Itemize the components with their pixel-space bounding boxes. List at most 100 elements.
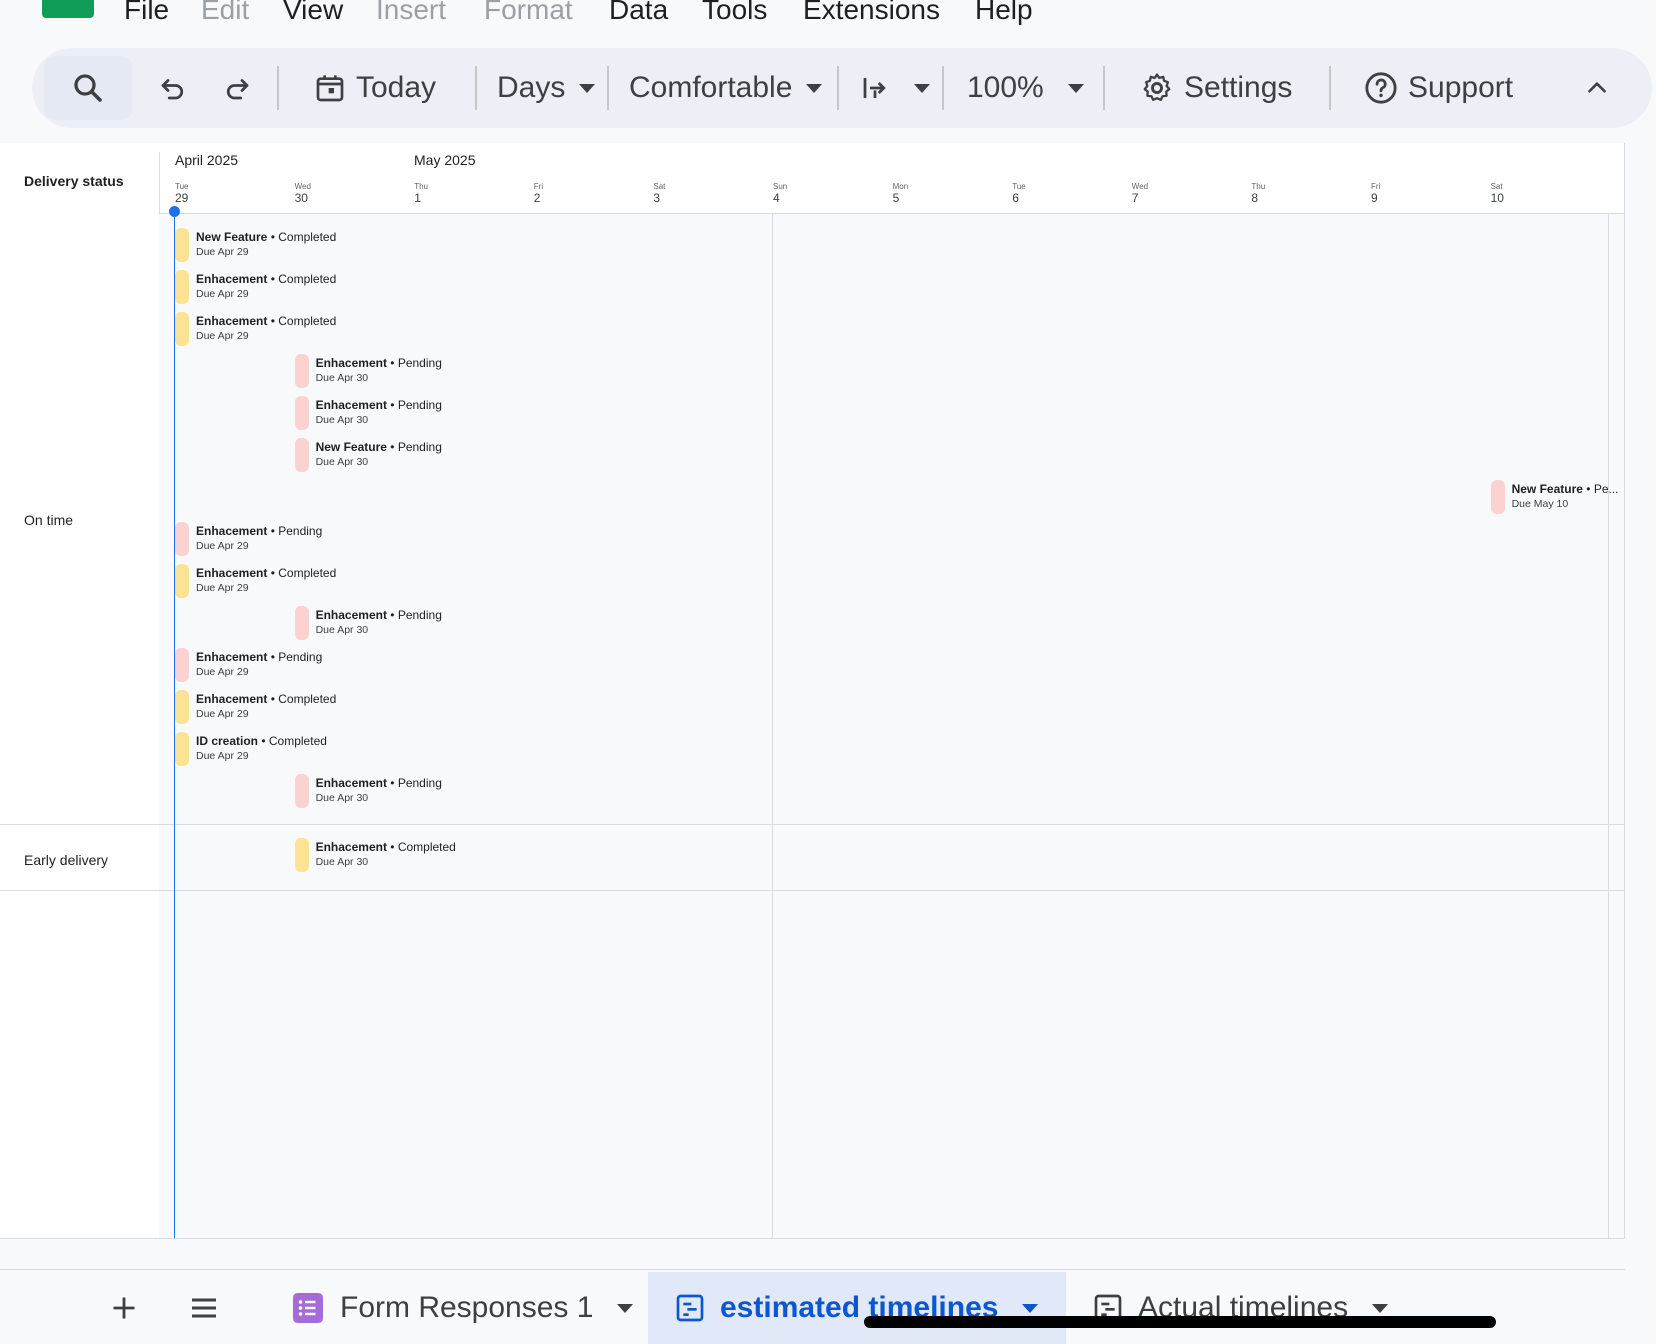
menu-lines-icon xyxy=(192,1298,216,1318)
redo-icon xyxy=(226,79,249,100)
day-of-week-label: Sat xyxy=(653,182,666,191)
jump-to-dropdown[interactable] xyxy=(860,48,930,128)
chevron-up-icon xyxy=(1588,82,1606,93)
menu-format[interactable]: Format xyxy=(484,0,573,28)
card-title: Enhacement • Pending xyxy=(315,608,442,622)
card-title: Enhacement • Completed xyxy=(196,566,337,580)
card-due-date: Due Apr 29 xyxy=(196,246,249,258)
toolbar-divider xyxy=(277,66,279,110)
month-label: May 2025 xyxy=(414,152,476,168)
status-color-bar xyxy=(294,354,309,388)
toolbar-divider xyxy=(475,66,477,110)
day-of-week-label: Wed xyxy=(1131,182,1149,191)
toolbar: Today Days Comfortable 100% Settings Sup… xyxy=(32,48,1652,128)
day-of-week-label: Mon xyxy=(892,182,909,191)
day-number-label: 10 xyxy=(1490,191,1504,205)
days-dropdown[interactable]: Days xyxy=(497,48,596,128)
card-title: Enhacement • Pending xyxy=(315,776,442,790)
day-number-label: 1 xyxy=(414,191,421,205)
sheet-tab-label: Form Responses 1 xyxy=(340,1291,594,1324)
add-sheet-button[interactable] xyxy=(104,1272,144,1344)
day-number-label: 9 xyxy=(1371,191,1378,205)
card-title: Enhacement • Pending xyxy=(196,524,323,538)
zoom-dropdown[interactable]: 100% xyxy=(967,48,1084,128)
day-number-label: 3 xyxy=(653,191,661,205)
day-of-week-label: Fri xyxy=(533,182,544,191)
card-due-date: Due Apr 30 xyxy=(315,856,369,868)
today-line xyxy=(174,212,175,1238)
all-sheets-button[interactable] xyxy=(184,1272,224,1344)
menu-file[interactable]: File xyxy=(124,0,169,28)
form-icon xyxy=(293,1293,323,1323)
menu-tools[interactable]: Tools xyxy=(702,0,767,28)
day-number-label: 4 xyxy=(773,191,780,205)
card-title: Enhacement • Completed xyxy=(196,272,337,286)
density-dropdown[interactable]: Comfortable xyxy=(629,48,823,128)
header-divider xyxy=(159,152,160,213)
status-color-bar xyxy=(294,606,309,640)
today-label: Today xyxy=(356,71,437,104)
day-of-week-label: Fri xyxy=(1371,182,1381,191)
card-due-date: Due Apr 30 xyxy=(315,372,369,384)
card-due-date: Due Apr 29 xyxy=(196,540,249,552)
status-color-bar xyxy=(294,438,309,472)
day-number-label: 6 xyxy=(1012,191,1019,205)
card-due-date: Due Apr 29 xyxy=(196,750,249,762)
sheet-tab-actual-timelines[interactable]: Actual timelines xyxy=(1092,1272,1389,1344)
menu-help[interactable]: Help xyxy=(975,0,1033,28)
menu-edit[interactable]: Edit xyxy=(201,0,249,28)
card-due-date: Due Apr 29 xyxy=(196,330,249,342)
undo-button[interactable] xyxy=(158,48,188,128)
support-label: Support xyxy=(1408,71,1514,104)
status-color-bar xyxy=(294,396,309,430)
toolbar-divider xyxy=(1329,66,1331,110)
card-title: Enhacement • Pending xyxy=(196,650,323,664)
today-button[interactable]: Today xyxy=(314,48,436,128)
collapse-toolbar-button[interactable] xyxy=(1584,48,1610,128)
support-button[interactable]: Support xyxy=(1364,48,1513,128)
jump-to-date-icon xyxy=(863,78,886,98)
status-color-bar xyxy=(175,522,189,556)
toolbar-divider xyxy=(837,66,839,110)
status-color-bar xyxy=(294,838,309,872)
settings-label: Settings xyxy=(1184,71,1293,104)
card-title: Enhacement • Completed xyxy=(196,314,337,328)
timeline-icon xyxy=(676,1294,704,1322)
menu-data[interactable]: Data xyxy=(609,0,668,28)
menu-insert[interactable]: Insert xyxy=(376,0,446,28)
card-due-date: Due Apr 29 xyxy=(196,666,249,678)
row-header-column xyxy=(0,213,159,1238)
card-due-date: Due Apr 29 xyxy=(196,288,249,300)
sheets-logo-icon[interactable] xyxy=(42,0,94,18)
menu-view[interactable]: View xyxy=(283,0,343,28)
day-of-week-label: Wed xyxy=(294,182,311,191)
day-number-label: 8 xyxy=(1251,191,1259,205)
day-of-week-label: Sat xyxy=(1490,182,1503,191)
status-color-bar xyxy=(175,690,189,724)
card-title: Enhacement • Completed xyxy=(315,840,456,854)
sheet-tab-form-responses[interactable]: Form Responses 1 xyxy=(290,1272,653,1344)
settings-button[interactable]: Settings xyxy=(1140,48,1292,128)
search-button[interactable] xyxy=(44,56,132,120)
day-number-label: 5 xyxy=(892,191,900,205)
zoom-label: 100% xyxy=(967,71,1044,104)
day-of-week-label: Thu xyxy=(1251,182,1266,191)
status-color-bar xyxy=(175,270,189,304)
row-header-title: Delivery status xyxy=(24,173,124,189)
card-title: New Feature • Pe... xyxy=(1511,482,1619,496)
toolbar-divider xyxy=(1103,66,1105,110)
status-color-bar xyxy=(1490,480,1505,514)
status-color-bar xyxy=(175,732,189,766)
redo-button[interactable] xyxy=(222,48,252,128)
plus-icon xyxy=(113,1297,135,1319)
help-circle-icon xyxy=(1365,72,1397,104)
horizontal-scrollbar[interactable] xyxy=(0,1238,1625,1270)
card-due-date: Due Apr 29 xyxy=(196,708,249,720)
chevron-down-icon xyxy=(1022,1303,1039,1313)
day-of-week-label: Tue xyxy=(1012,182,1026,191)
menu-extensions[interactable]: Extensions xyxy=(803,0,940,28)
day-number-label: 30 xyxy=(294,191,308,205)
chevron-down-icon xyxy=(914,83,930,93)
day-number-label: 29 xyxy=(175,191,189,205)
sheet-tab-estimated-timelines[interactable]: estimated timelines xyxy=(648,1272,1066,1344)
